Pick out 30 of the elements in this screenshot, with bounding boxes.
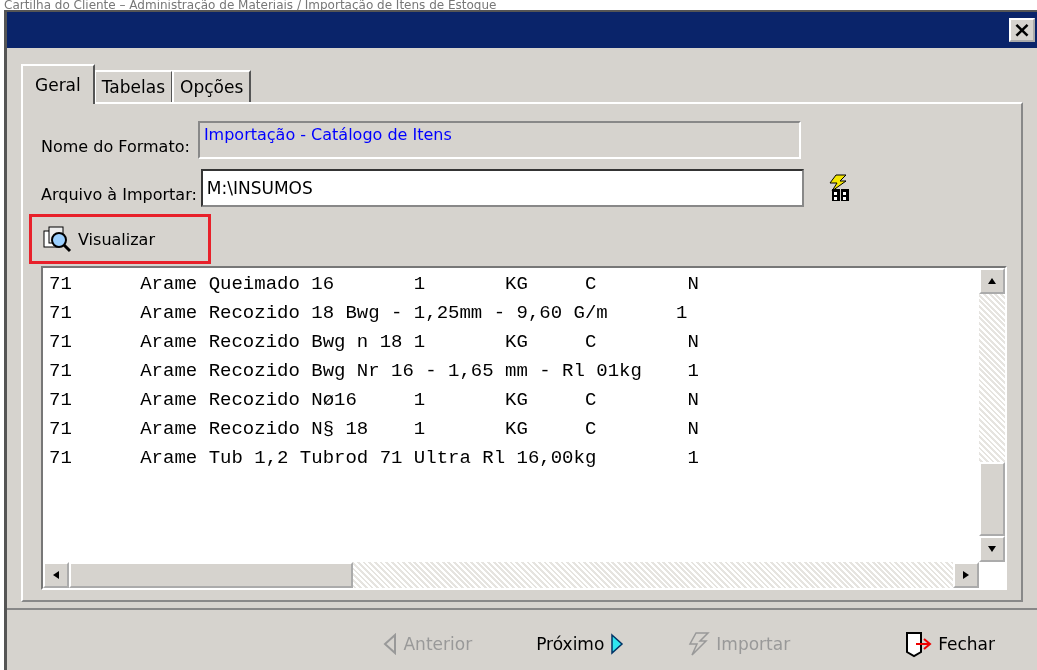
record-line: 71 Arame Tub 1,2 Tubrod 71 Ultra Rl 16,00kg 1: [49, 446, 700, 471]
lightning-icon: [688, 631, 711, 657]
right-triangle-icon: [610, 633, 625, 655]
preview-button[interactable]: Visualizar: [29, 214, 211, 264]
record-line: 71 Arame Recozido 18 Bwg - 1,25mm - 9,60 G/m 1: [49, 301, 689, 326]
file-path-input[interactable]: M:\INSUMOS: [200, 169, 804, 207]
next-button[interactable]: Próximo: [534, 631, 627, 657]
record-line: 71 Arame Recozido Nø16 1 KG C N: [49, 388, 700, 413]
close-button[interactable]: ×: [1009, 18, 1035, 42]
scroll-down-icon[interactable]: [987, 545, 997, 553]
page-caption: Cartilha do Cliente – Administração de Materiais / Importação de Itens de Estoque: [3, 0, 498, 10]
horizontal-scrollbar[interactable]: [43, 562, 979, 588]
record-line: 71 Arame Queimado 16 1 KG C N: [49, 272, 700, 297]
scroll-up-icon[interactable]: [987, 277, 997, 285]
magnifier-icon: [42, 225, 72, 253]
format-name-field: Importação - Catálogo de Itens: [197, 121, 801, 159]
field-label: Nome do Formato:: [41, 137, 190, 158]
scroll-right-icon[interactable]: [962, 570, 970, 580]
tab[interactable]: Tabelas: [93, 70, 173, 102]
field-label: Arquivo à Importar:: [41, 185, 197, 206]
scroll-left-icon[interactable]: [52, 570, 60, 580]
left-triangle-icon: [383, 633, 398, 655]
exit-door-icon: [904, 630, 933, 658]
close-button[interactable]: Fechar: [902, 628, 997, 660]
record-line: 71 Arame Recozido Bwg n 18 1 KG C N: [49, 330, 700, 355]
record-line: 71 Arame Recozido N§ 18 1 KG C N: [49, 417, 700, 442]
vertical-scrollbar[interactable]: [979, 268, 1005, 562]
tab[interactable]: Opções: [172, 70, 252, 102]
record-line: 71 Arame Recozido Bwg Nr 16 - 1,65 mm - Rl 01kg 1: [49, 359, 700, 384]
tab[interactable]: Geral: [21, 64, 95, 104]
